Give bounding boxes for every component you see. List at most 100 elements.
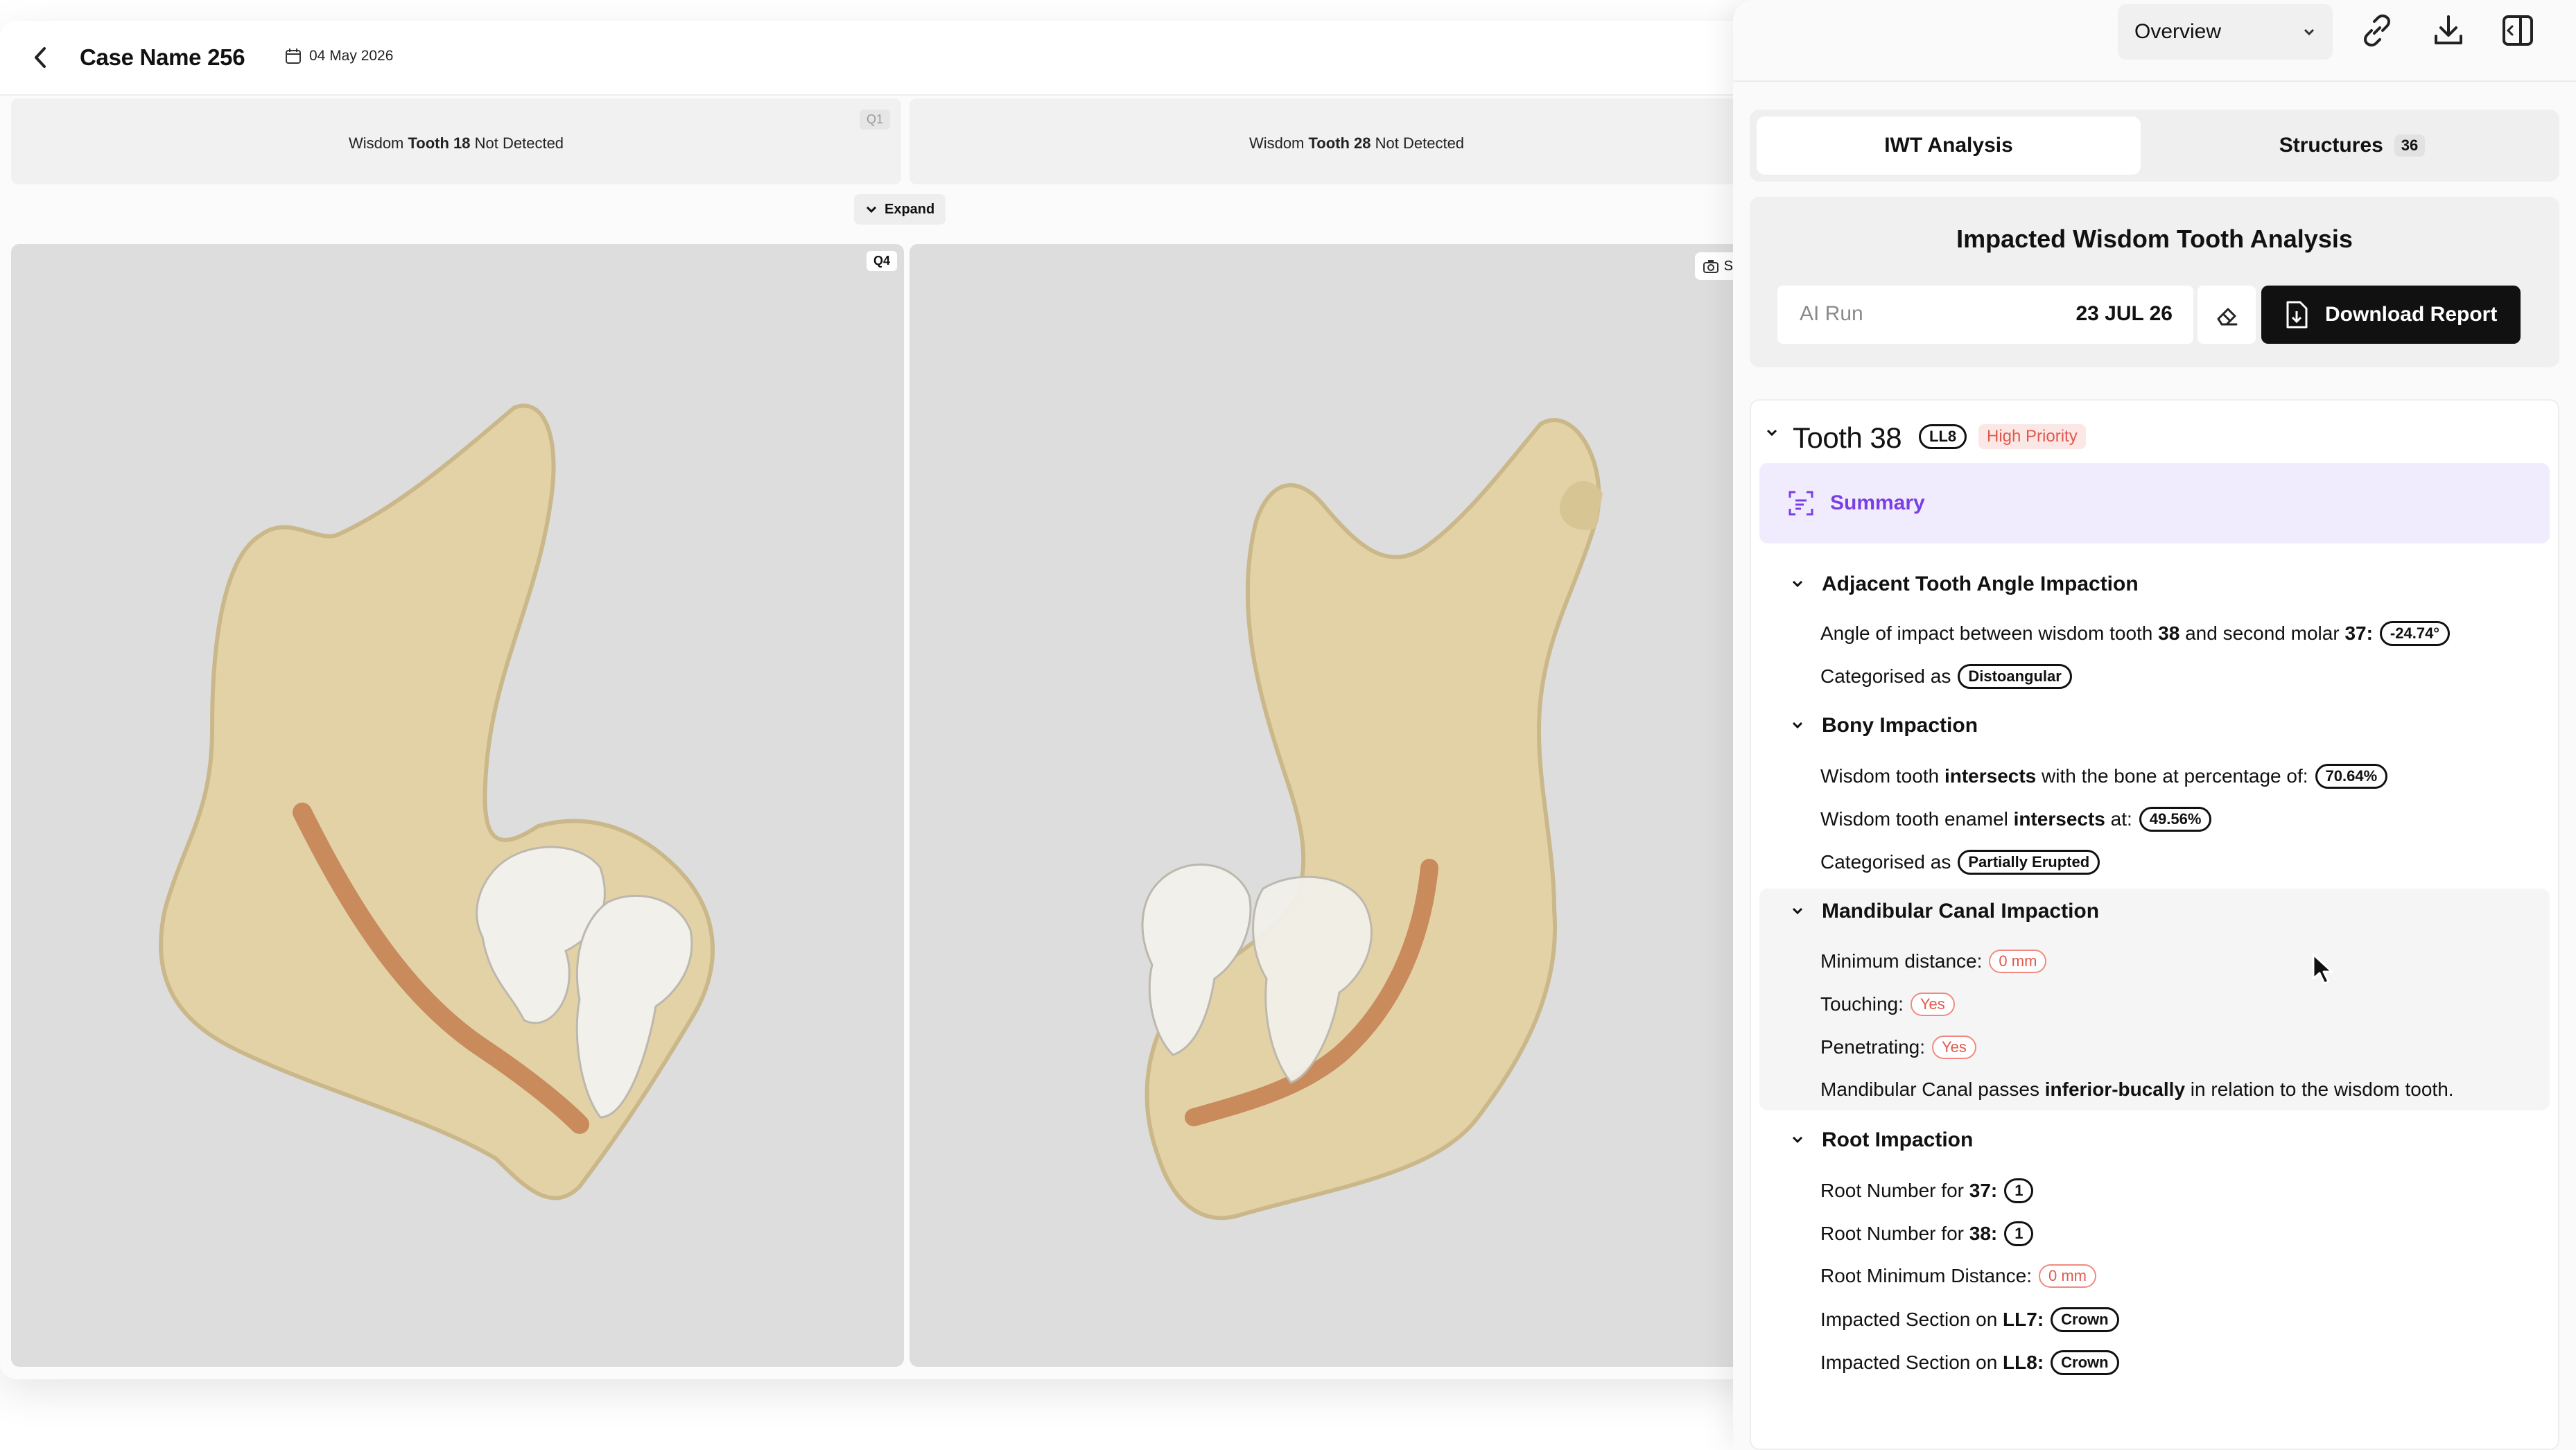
section-adjacent-title: Adjacent Tooth Angle Impaction	[1822, 573, 2139, 595]
summary-label: Summary	[1830, 491, 1925, 514]
ll8-bold: LL8:	[2003, 1352, 2044, 1373]
download-report-label: Download Report	[2325, 303, 2498, 326]
section-root-header[interactable]: Root Impaction	[1791, 1128, 1973, 1152]
canal-position-suffix: in relation to the wisdom tooth.	[2185, 1078, 2454, 1100]
root-38-bold: 38:	[1969, 1223, 1998, 1244]
q1-status-tooth: Tooth 18	[408, 134, 471, 152]
mandible-model-right	[1141, 418, 1603, 1221]
ai-run-field: AI Run 23 JUL 26	[1777, 286, 2193, 344]
bony-r2-suffix: at:	[2105, 808, 2132, 830]
expand-label: Expand	[885, 201, 935, 217]
bony-percentage-badge: 70.64%	[2315, 764, 2388, 789]
canal-min-distance-badge: 0 mm	[1989, 950, 2047, 973]
angle-text-1: Angle of impact between wisdom tooth	[1820, 622, 2159, 644]
download-report-button[interactable]: Download Report	[2261, 286, 2521, 344]
canal-penetrating-row: Penetrating: Yes	[1820, 1036, 1976, 1059]
3d-viewer-right[interactable]: Screens	[910, 244, 1775, 1367]
view-select[interactable]: Overview	[2118, 4, 2333, 60]
eraser-icon	[2217, 308, 2238, 326]
case-title: Case Name 256	[80, 44, 245, 70]
section-canal-header[interactable]: Mandibular Canal Impaction	[1791, 900, 2099, 923]
adjacent-category-label: Categorised as	[1820, 665, 1951, 687]
q1-status-suffix: Not Detected	[470, 134, 564, 152]
canal-penetrating-label: Penetrating:	[1820, 1036, 1925, 1058]
case-date-text: 04 May 2026	[309, 48, 394, 64]
bony-category-badge: Partially Erupted	[1958, 850, 2100, 875]
3d-viewer-left[interactable]: Q4	[11, 244, 904, 1367]
q2-status-suffix: Not Detected	[1370, 134, 1465, 152]
sidebar-toolbar: Overview	[1733, 0, 2576, 82]
summary-row[interactable]: Summary	[1759, 463, 2550, 543]
case-header: Case Name 256 04 May 2026	[0, 21, 1775, 96]
canal-touching-row: Touching: Yes	[1820, 993, 1955, 1016]
expand-button[interactable]: Expand	[854, 194, 946, 225]
chevron-down-icon[interactable]	[1765, 428, 1779, 438]
q1-status-prefix: Wisdom	[348, 134, 408, 152]
root-min-distance-row: Root Minimum Distance: 0 mm	[1820, 1264, 2096, 1288]
root-number-38-row: Root Number for 38: 1	[1820, 1221, 2034, 1246]
chevron-down-icon	[2304, 28, 2315, 36]
download-icon[interactable]	[2430, 12, 2466, 49]
canal-position-row: Mandibular Canal passes inferior-bucally…	[1820, 1078, 2454, 1101]
canal-penetrating-badge: Yes	[1932, 1036, 1976, 1059]
view-select-value: Overview	[2134, 20, 2222, 43]
tooth-title: Tooth 38	[1793, 421, 1902, 454]
ai-run-date: 23 JUL 26	[2075, 302, 2173, 325]
case-date: 04 May 2026	[284, 47, 393, 65]
ll7-section-badge: Crown	[2051, 1307, 2119, 1332]
q2-status-prefix: Wisdom	[1248, 134, 1309, 152]
root-38-badge: 1	[2004, 1221, 2034, 1246]
back-arrow-icon[interactable]	[26, 40, 54, 75]
root-min-distance-badge: 0 mm	[2038, 1264, 2096, 1288]
bony-r2-bold: intersects	[2013, 808, 2105, 830]
angle-tooth-number: 38	[2158, 622, 2180, 644]
canal-position-bold: inferior-bucally	[2044, 1078, 2186, 1100]
tab-structures[interactable]: Structures 36	[2152, 116, 2552, 175]
quadrant-q2-panel: Wisdom Tooth 28 Not Detected	[910, 98, 1775, 184]
section-bony-title: Bony Impaction	[1822, 714, 1978, 737]
link-icon[interactable]	[2359, 12, 2395, 49]
tab-iwt-analysis[interactable]: IWT Analysis	[1757, 116, 2141, 175]
canal-touching-badge: Yes	[1910, 993, 1955, 1016]
quadrant-q1-panel: Wisdom Tooth 18 Not Detected Q1	[11, 98, 901, 184]
root-number-37-row: Root Number for 37: 1	[1820, 1178, 2034, 1203]
mouse-cursor-icon	[2312, 953, 2333, 985]
ai-scan-icon	[1789, 491, 1813, 516]
ll7-bold: LL7:	[2003, 1309, 2044, 1330]
bony-enamel-row: Wisdom tooth enamel intersects at: 49.56…	[1820, 807, 2212, 832]
quadrant-q1-status: Wisdom Tooth 18 Not Detected	[11, 134, 901, 152]
chevron-down-icon	[1792, 907, 1803, 915]
analysis-title: Impacted Wisdom Tooth Analysis	[1956, 225, 2353, 253]
section-bony-header[interactable]: Bony Impaction	[1791, 714, 1978, 737]
collapse-panel-icon[interactable]	[2500, 12, 2536, 49]
canal-min-distance-label: Minimum distance:	[1820, 950, 1983, 972]
bony-category-row: Categorised as Partially Erupted	[1820, 850, 2100, 875]
tooth-code-badge: LL8	[1919, 424, 1967, 449]
impacted-section-ll8-row: Impacted Section on LL8: Crown	[1820, 1350, 2119, 1375]
bony-intersect-row: Wisdom tooth intersects with the bone at…	[1820, 764, 2388, 789]
impacted-section-ll7-row: Impacted Section on LL7: Crown	[1820, 1307, 2119, 1332]
clear-button[interactable]	[2198, 286, 2256, 344]
bony-r1-suffix: with the bone at percentage of:	[2036, 765, 2308, 787]
analysis-sidebar: Overview IWT Analysis Structures 36 Impa…	[1733, 0, 2576, 1450]
mandible-model-left	[159, 403, 715, 1200]
chevron-down-icon	[1792, 1136, 1803, 1144]
sidebar-tabs: IWT Analysis Structures 36	[1750, 110, 2559, 182]
calendar-icon	[286, 49, 301, 64]
angle-text-2: and second molar	[2179, 622, 2345, 644]
chevron-down-icon	[1792, 580, 1803, 588]
adjacent-category-badge: Distoangular	[1958, 664, 2072, 689]
enamel-percentage-badge: 49.56%	[2139, 807, 2212, 832]
root-38-prefix: Root Number for	[1820, 1223, 1969, 1244]
tooth-header[interactable]: Tooth 38 LL8 High Priority	[1751, 401, 2558, 463]
tab-iwt-analysis-label: IWT Analysis	[1884, 134, 2013, 157]
priority-badge: High Priority	[1978, 424, 2086, 449]
angle-molar-number: 37:	[2344, 622, 2373, 644]
section-root-title: Root Impaction	[1822, 1128, 1974, 1151]
ai-run-label: AI Run	[1800, 302, 1863, 325]
adjacent-angle-row: Angle of impact between wisdom tooth 38 …	[1820, 621, 2451, 646]
canal-min-distance-row: Minimum distance: 0 mm	[1820, 950, 2047, 973]
quadrant-badge-q4: Q4	[866, 251, 897, 271]
section-adjacent-header[interactable]: Adjacent Tooth Angle Impaction	[1791, 573, 2139, 596]
bony-r1-bold: intersects	[1944, 765, 2037, 787]
